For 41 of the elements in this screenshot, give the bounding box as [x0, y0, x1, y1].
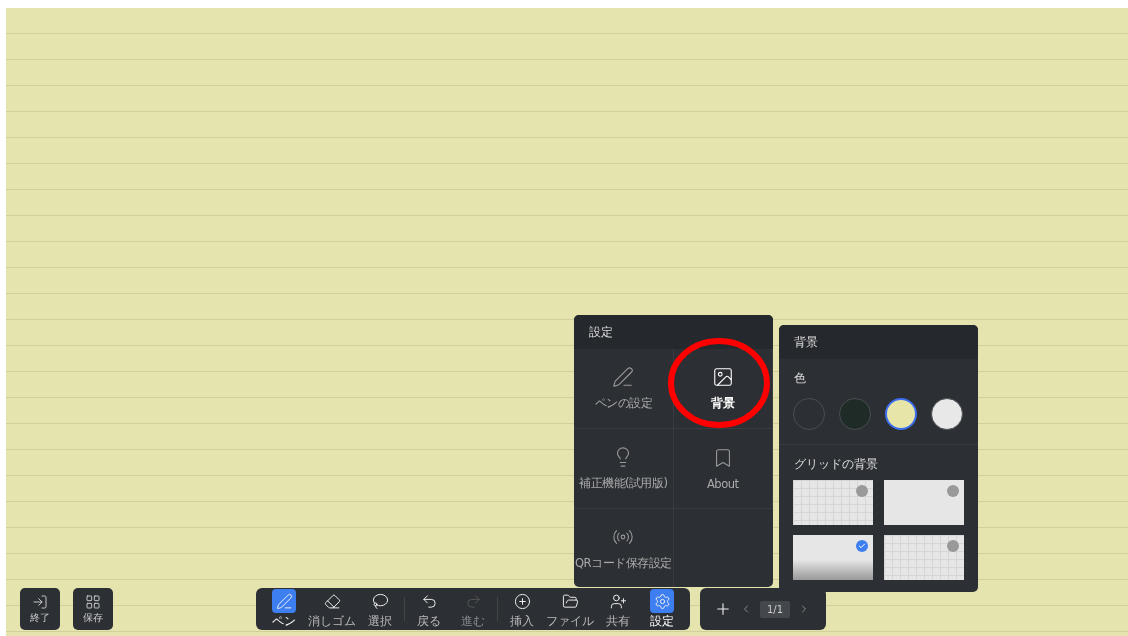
- redo-icon: [464, 592, 482, 610]
- settings-icon: [653, 592, 671, 610]
- tool-button[interactable]: 選択: [360, 589, 400, 629]
- pen-icon: [612, 366, 635, 388]
- plus-circle-icon: [513, 592, 531, 610]
- add-page-icon[interactable]: [714, 600, 732, 618]
- grid-option[interactable]: [793, 535, 873, 580]
- settings-item[interactable]: 補正機能(試用版): [574, 429, 674, 509]
- tool-button[interactable]: 挿入: [502, 589, 542, 629]
- tool-button[interactable]: 設定: [642, 589, 682, 629]
- section-label: グリッドの背景: [793, 456, 879, 473]
- section-label: 色: [793, 370, 807, 387]
- tool-button[interactable]: ファイル: [546, 589, 594, 629]
- tool-button[interactable]: 共有: [598, 589, 638, 629]
- picture-icon: [711, 366, 734, 388]
- tool-button[interactable]: 消しゴム: [308, 589, 356, 629]
- panel-title: 背景: [779, 325, 978, 359]
- settings-item[interactable]: 背景: [673, 349, 773, 429]
- settings-item[interactable]: About: [673, 429, 773, 509]
- tool-button[interactable]: ペン: [264, 589, 304, 629]
- side-button[interactable]: 保存: [73, 588, 113, 630]
- grid-icon: [85, 593, 101, 610]
- color-swatch[interactable]: [839, 398, 871, 430]
- grid-option[interactable]: [793, 480, 873, 525]
- tool-button[interactable]: 戻る: [409, 589, 449, 629]
- color-swatch[interactable]: [885, 398, 917, 430]
- side-button[interactable]: 終了: [20, 588, 60, 630]
- lasso-icon: [371, 592, 389, 610]
- folder-icon: [561, 592, 579, 610]
- settings-item[interactable]: ペンの設定: [574, 349, 674, 429]
- add-user-icon: [609, 592, 627, 610]
- panel-title: 設定: [574, 315, 773, 349]
- eraser-icon: [323, 592, 341, 610]
- color-swatch[interactable]: [793, 398, 825, 430]
- undo-icon: [420, 592, 438, 610]
- color-swatch[interactable]: [931, 398, 963, 430]
- grid-option[interactable]: [884, 480, 964, 525]
- pen-icon: [275, 592, 293, 610]
- grid-option[interactable]: [884, 535, 964, 580]
- page-number: 1/1: [760, 600, 791, 618]
- exit-icon: [32, 593, 48, 610]
